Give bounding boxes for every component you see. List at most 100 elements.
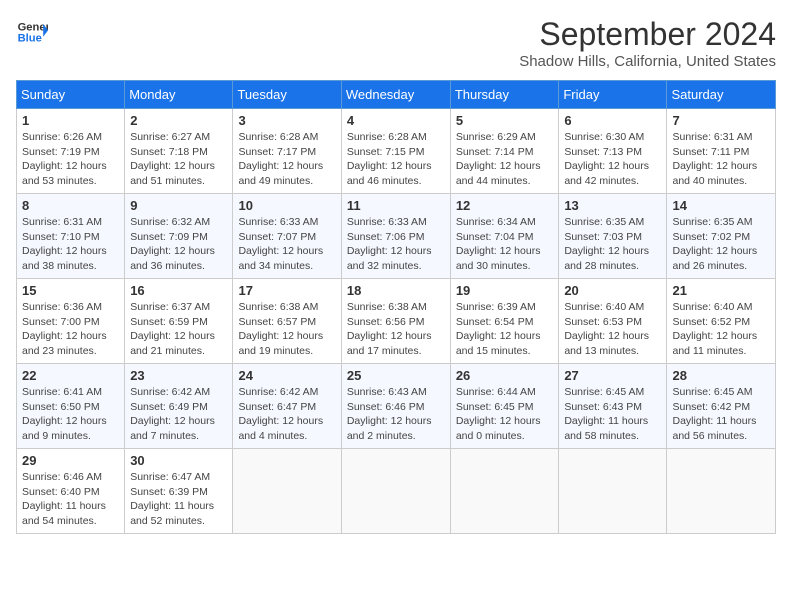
day-info: Sunrise: 6:39 AM Sunset: 6:54 PM Dayligh… [456,300,554,359]
day-number: 29 [22,453,119,468]
sunset-label: Sunset: 6:57 PM [238,316,316,328]
sunrise-label: Sunrise: 6:42 AM [238,386,318,398]
sunset-label: Sunset: 6:56 PM [347,316,425,328]
day-info: Sunrise: 6:47 AM Sunset: 6:39 PM Dayligh… [130,470,227,529]
sunrise-label: Sunrise: 6:47 AM [130,471,210,483]
sunset-label: Sunset: 7:15 PM [347,146,425,158]
calendar-body: 1 Sunrise: 6:26 AM Sunset: 7:19 PM Dayli… [17,109,776,534]
day-number: 20 [564,283,661,298]
day-number: 28 [672,368,770,383]
day-number: 3 [238,113,335,128]
sunset-label: Sunset: 7:03 PM [564,231,642,243]
daylight-label: Daylight: 12 hours and 51 minutes. [130,160,215,187]
sunrise-label: Sunrise: 6:31 AM [672,131,752,143]
calendar-cell [667,449,776,534]
calendar-cell: 28 Sunrise: 6:45 AM Sunset: 6:42 PM Dayl… [667,364,776,449]
sunset-label: Sunset: 6:50 PM [22,401,100,413]
daylight-label: Daylight: 12 hours and 44 minutes. [456,160,541,187]
calendar-cell: 6 Sunrise: 6:30 AM Sunset: 7:13 PM Dayli… [559,109,667,194]
sunrise-label: Sunrise: 6:38 AM [347,301,427,313]
day-info: Sunrise: 6:34 AM Sunset: 7:04 PM Dayligh… [456,215,554,274]
calendar-cell: 14 Sunrise: 6:35 AM Sunset: 7:02 PM Dayl… [667,194,776,279]
day-number: 22 [22,368,119,383]
day-info: Sunrise: 6:46 AM Sunset: 6:40 PM Dayligh… [22,470,119,529]
sunset-label: Sunset: 6:54 PM [456,316,534,328]
day-info: Sunrise: 6:28 AM Sunset: 7:17 PM Dayligh… [238,130,335,189]
day-info: Sunrise: 6:27 AM Sunset: 7:18 PM Dayligh… [130,130,227,189]
sunrise-label: Sunrise: 6:33 AM [238,216,318,228]
daylight-label: Daylight: 12 hours and 46 minutes. [347,160,432,187]
logo-icon: General Blue [16,16,48,48]
day-number: 10 [238,198,335,213]
calendar-cell [559,449,667,534]
day-number: 30 [130,453,227,468]
sunrise-label: Sunrise: 6:33 AM [347,216,427,228]
daylight-label: Daylight: 12 hours and 23 minutes. [22,330,107,357]
sunset-label: Sunset: 7:00 PM [22,316,100,328]
title-area: September 2024 Shadow Hills, California,… [519,16,776,70]
day-number: 15 [22,283,119,298]
sunrise-label: Sunrise: 6:45 AM [672,386,752,398]
day-number: 14 [672,198,770,213]
col-friday: Friday [559,81,667,109]
sunrise-label: Sunrise: 6:45 AM [564,386,644,398]
col-wednesday: Wednesday [341,81,450,109]
day-number: 19 [456,283,554,298]
sunrise-label: Sunrise: 6:34 AM [456,216,536,228]
calendar-cell: 2 Sunrise: 6:27 AM Sunset: 7:18 PM Dayli… [125,109,233,194]
calendar-cell: 9 Sunrise: 6:32 AM Sunset: 7:09 PM Dayli… [125,194,233,279]
daylight-label: Daylight: 12 hours and 28 minutes. [564,245,649,272]
week-row-3: 15 Sunrise: 6:36 AM Sunset: 7:00 PM Dayl… [17,279,776,364]
sunset-label: Sunset: 7:17 PM [238,146,316,158]
day-info: Sunrise: 6:36 AM Sunset: 7:00 PM Dayligh… [22,300,119,359]
daylight-label: Daylight: 11 hours and 52 minutes. [130,500,214,527]
sunrise-label: Sunrise: 6:40 AM [672,301,752,313]
daylight-label: Daylight: 11 hours and 58 minutes. [564,415,648,442]
day-number: 17 [238,283,335,298]
calendar-cell: 16 Sunrise: 6:37 AM Sunset: 6:59 PM Dayl… [125,279,233,364]
daylight-label: Daylight: 12 hours and 11 minutes. [672,330,757,357]
calendar-cell: 18 Sunrise: 6:38 AM Sunset: 6:56 PM Dayl… [341,279,450,364]
sunset-label: Sunset: 7:19 PM [22,146,100,158]
sunrise-label: Sunrise: 6:27 AM [130,131,210,143]
sunset-label: Sunset: 6:52 PM [672,316,750,328]
sunset-label: Sunset: 7:10 PM [22,231,100,243]
calendar-cell: 13 Sunrise: 6:35 AM Sunset: 7:03 PM Dayl… [559,194,667,279]
calendar-cell [450,449,559,534]
calendar-cell: 22 Sunrise: 6:41 AM Sunset: 6:50 PM Dayl… [17,364,125,449]
calendar-cell: 15 Sunrise: 6:36 AM Sunset: 7:00 PM Dayl… [17,279,125,364]
day-number: 24 [238,368,335,383]
calendar-cell: 29 Sunrise: 6:46 AM Sunset: 6:40 PM Dayl… [17,449,125,534]
calendar-cell: 26 Sunrise: 6:44 AM Sunset: 6:45 PM Dayl… [450,364,559,449]
calendar-cell: 3 Sunrise: 6:28 AM Sunset: 7:17 PM Dayli… [233,109,341,194]
daylight-label: Daylight: 12 hours and 19 minutes. [238,330,323,357]
day-info: Sunrise: 6:35 AM Sunset: 7:02 PM Dayligh… [672,215,770,274]
day-info: Sunrise: 6:29 AM Sunset: 7:14 PM Dayligh… [456,130,554,189]
day-number: 9 [130,198,227,213]
svg-text:Blue: Blue [18,33,42,45]
calendar-cell: 20 Sunrise: 6:40 AM Sunset: 6:53 PM Dayl… [559,279,667,364]
sunset-label: Sunset: 6:47 PM [238,401,316,413]
daylight-label: Daylight: 12 hours and 53 minutes. [22,160,107,187]
sunrise-label: Sunrise: 6:46 AM [22,471,102,483]
col-saturday: Saturday [667,81,776,109]
sunrise-label: Sunrise: 6:35 AM [564,216,644,228]
calendar-cell: 30 Sunrise: 6:47 AM Sunset: 6:39 PM Dayl… [125,449,233,534]
sunset-label: Sunset: 7:07 PM [238,231,316,243]
sunset-label: Sunset: 7:04 PM [456,231,534,243]
calendar-cell: 8 Sunrise: 6:31 AM Sunset: 7:10 PM Dayli… [17,194,125,279]
day-info: Sunrise: 6:37 AM Sunset: 6:59 PM Dayligh… [130,300,227,359]
daylight-label: Daylight: 12 hours and 13 minutes. [564,330,649,357]
day-info: Sunrise: 6:26 AM Sunset: 7:19 PM Dayligh… [22,130,119,189]
calendar-cell: 5 Sunrise: 6:29 AM Sunset: 7:14 PM Dayli… [450,109,559,194]
day-info: Sunrise: 6:30 AM Sunset: 7:13 PM Dayligh… [564,130,661,189]
daylight-label: Daylight: 12 hours and 0 minutes. [456,415,541,442]
header: General Blue September 2024 Shadow Hills… [16,16,776,70]
daylight-label: Daylight: 12 hours and 7 minutes. [130,415,215,442]
logo: General Blue [16,16,48,48]
sunset-label: Sunset: 7:02 PM [672,231,750,243]
day-info: Sunrise: 6:41 AM Sunset: 6:50 PM Dayligh… [22,385,119,444]
sunset-label: Sunset: 6:39 PM [130,486,208,498]
sunset-label: Sunset: 6:42 PM [672,401,750,413]
daylight-label: Daylight: 12 hours and 42 minutes. [564,160,649,187]
